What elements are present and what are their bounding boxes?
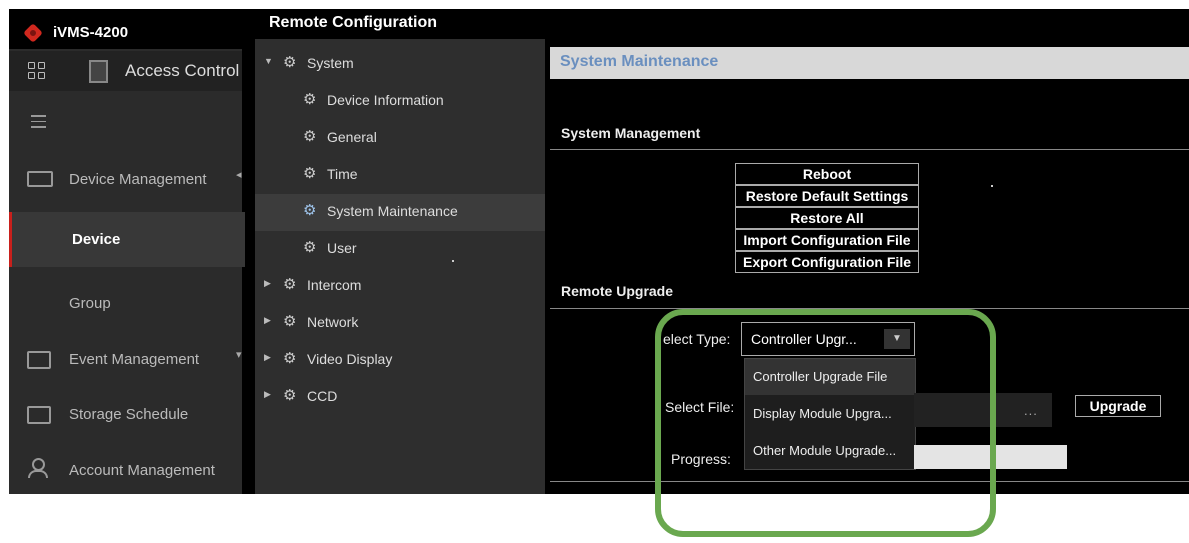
panel-header: System Maintenance (550, 47, 1189, 79)
collapsed-caret-icon[interactable]: ▶ (264, 278, 271, 289)
highlight-annotation (655, 309, 996, 537)
gear-icon: ⚙ (303, 165, 317, 182)
tree-label: System (307, 55, 354, 71)
left-navigation: iVMS-4200 Access Control Device Manageme… (9, 9, 245, 494)
app-title: iVMS-4200 (53, 24, 129, 41)
module-bar: Access Control (9, 51, 242, 91)
tree-label: Video Display (307, 351, 393, 367)
restore-all-button[interactable]: Restore All (735, 207, 919, 229)
tree-item-ccd[interactable]: ▶ ⚙ CCD (255, 379, 545, 416)
panel-title: System Maintenance (560, 53, 719, 70)
tree-label: General (327, 129, 377, 145)
divider (550, 149, 1189, 150)
gear-icon: ⚙ (303, 239, 317, 256)
nav-event-management[interactable]: Event Management ▾ (9, 332, 242, 387)
hamburger-menu-icon[interactable] (31, 115, 46, 132)
remote-upgrade-title: Remote Upgrade (561, 283, 674, 299)
storage-icon (27, 406, 51, 424)
app-logo-icon (23, 23, 43, 43)
reboot-button[interactable]: Reboot (735, 163, 919, 185)
tree-item-video-display[interactable]: ▶ ⚙ Video Display (255, 342, 545, 379)
account-icon (27, 458, 51, 478)
tree-item-intercom[interactable]: ▶ ⚙ Intercom (255, 268, 545, 305)
module-title[interactable]: Access Control (125, 61, 239, 81)
tree-item-time[interactable]: ⚙ Time (255, 157, 545, 194)
nav-group[interactable]: Group (9, 276, 242, 331)
tree-item-general[interactable]: ⚙ General (255, 120, 545, 157)
tree-item-user[interactable]: ⚙ User (255, 231, 545, 268)
gear-icon: ⚙ (283, 313, 297, 330)
browse-button[interactable]: ... (1024, 403, 1038, 418)
nav-account-management[interactable]: Account Management (9, 443, 242, 494)
page-title: Remote Configuration (269, 14, 437, 31)
nav-label: Storage Schedule (69, 406, 189, 423)
expand-arrow-icon: ▾ (236, 349, 242, 361)
config-tree: ▼ ⚙ System ⚙ Device Information ⚙ Genera… (255, 9, 545, 494)
tree-item-system[interactable]: ▼ ⚙ System (255, 46, 545, 83)
nav-label: Group (69, 295, 111, 312)
device-icon (27, 171, 53, 187)
gear-icon: ⚙ (303, 202, 317, 219)
gear-icon: ⚙ (303, 128, 317, 145)
gear-icon: ⚙ (283, 54, 297, 71)
app-window: iVMS-4200 Access Control Device Manageme… (9, 9, 1189, 494)
system-management-title: System Management (561, 125, 701, 141)
nav-device[interactable]: Device (9, 212, 245, 267)
collapsed-caret-icon[interactable]: ▶ (264, 389, 271, 400)
collapse-arrow-icon: ◂ (236, 169, 242, 181)
nav-storage-schedule[interactable]: Storage Schedule (9, 387, 242, 442)
title-bar: iVMS-4200 (9, 9, 242, 49)
tree-label: Device Information (327, 92, 444, 108)
gear-icon: ⚙ (303, 91, 317, 108)
tree-item-system-maintenance[interactable]: ⚙ System Maintenance (255, 194, 545, 231)
gear-icon: ⚙ (283, 350, 297, 367)
import-configuration-button[interactable]: Import Configuration File (735, 229, 919, 251)
tree-header: Remote Configuration (255, 9, 555, 39)
gear-icon: ⚙ (283, 387, 297, 404)
grid-menu-icon[interactable] (28, 62, 45, 79)
tree-label: Time (327, 166, 358, 182)
nav-label: Device Management (69, 171, 207, 188)
collapsed-caret-icon[interactable]: ▶ (264, 352, 271, 363)
export-configuration-button[interactable]: Export Configuration File (735, 251, 919, 273)
nav-device-management[interactable]: Device Management ◂ (9, 152, 242, 207)
event-icon (27, 351, 51, 369)
nav-label: Account Management (69, 462, 215, 479)
access-control-icon (89, 60, 108, 83)
nav-label: Device (72, 231, 121, 248)
nav-label: Event Management (69, 351, 200, 368)
tree-label: CCD (307, 388, 338, 404)
tree-label: System Maintenance (327, 203, 458, 219)
collapsed-caret-icon[interactable]: ▶ (264, 315, 271, 326)
stray-dot (452, 260, 454, 262)
restore-default-settings-button[interactable]: Restore Default Settings (735, 185, 919, 207)
tree-item-network[interactable]: ▶ ⚙ Network (255, 305, 545, 342)
upgrade-button[interactable]: Upgrade (1075, 395, 1161, 417)
tree-label: Intercom (307, 277, 362, 293)
tree-label: Network (307, 314, 359, 330)
gear-icon: ⚙ (283, 276, 297, 293)
tree-label: User (327, 240, 357, 256)
expanded-caret-icon[interactable]: ▼ (264, 56, 273, 66)
tree-item-device-information[interactable]: ⚙ Device Information (255, 83, 545, 120)
stray-dot (991, 185, 993, 187)
